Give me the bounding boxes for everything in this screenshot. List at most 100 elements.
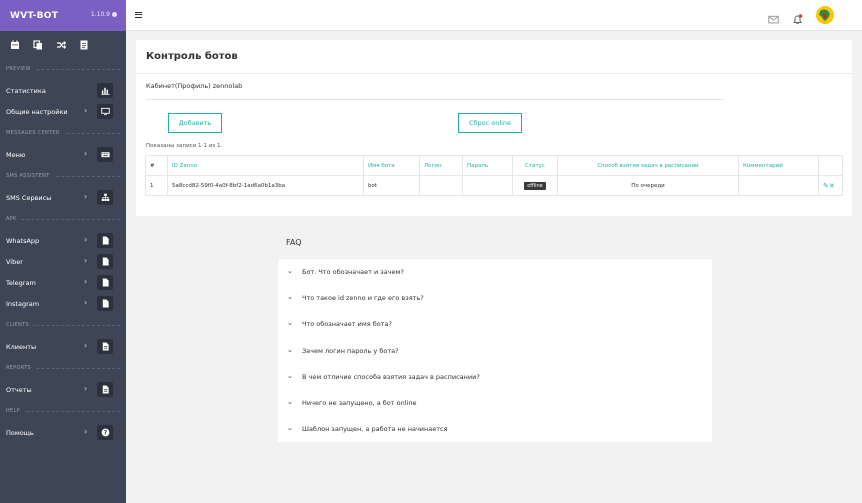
reset-online-button[interactable]: Сброс online [458, 113, 522, 133]
sidebar-item-reports[interactable]: Отчеты › [0, 379, 126, 400]
bell-icon[interactable] [792, 10, 803, 24]
avatar[interactable] [816, 6, 834, 24]
sidebar-item-sms-services[interactable]: SMS Сервисы › [0, 187, 126, 208]
sidebar-item-general-settings[interactable]: Общие настройки › [0, 101, 126, 122]
column-header-bot-name[interactable]: Имя бота [363, 155, 420, 176]
chevron-down-icon: ⌄ [287, 319, 293, 328]
cell-bot-name: bot [363, 175, 420, 196]
profile-subtitle: Кабинет(Профиль) zennolab [146, 82, 243, 90]
section-messages-center: MESSAGES CENTER [0, 122, 126, 144]
faq-item[interactable]: ⌄ Шаблон запущен, а работа не начинается [278, 416, 712, 442]
faq-item[interactable]: ⌄ Что обозначает имя бота? [278, 311, 712, 337]
chevron-down-icon: ⌄ [287, 371, 293, 380]
cell-id-zenno: 5a8ccd82-59f0-4a0f-8bf2-1ad6a0b1a3ba [167, 175, 364, 196]
topbar [126, 0, 862, 31]
chevron-right-icon: › [84, 256, 88, 265]
shuffle-icon[interactable] [56, 40, 66, 50]
file-icon [97, 233, 113, 248]
faq-item[interactable]: ⌄ Зачем логин пароль у бота? [278, 338, 712, 364]
cell-status: offline [512, 175, 558, 196]
file-icon [97, 275, 113, 290]
sidebar-item-help[interactable]: Помощь › ? [0, 422, 126, 443]
column-header-comment[interactable]: Комментарий [738, 155, 819, 176]
cell-login [419, 175, 463, 196]
document-icon[interactable] [79, 40, 89, 50]
hamburger-icon[interactable] [135, 12, 142, 18]
sidebar-item-clients[interactable]: Клиенты › [0, 336, 126, 357]
brand-bar: WVT-BOT 1.10.9 [0, 0, 126, 31]
sidebar-item-menu[interactable]: Меню › [0, 144, 126, 165]
column-header-id-zenno[interactable]: ID Zenno [167, 155, 364, 176]
section-preview: PREVIEW [0, 58, 126, 80]
file-text-icon [97, 339, 113, 354]
file-icon [97, 296, 113, 311]
add-button[interactable]: Добавить [168, 113, 222, 133]
keyboard-icon [97, 147, 113, 162]
chevron-right-icon: › [84, 341, 88, 350]
chevron-right-icon: › [84, 149, 88, 158]
envelope-icon[interactable] [768, 10, 779, 24]
bots-control-card: Контроль ботов Кабинет(Профиль) zennolab… [136, 40, 852, 216]
page-title: Контроль ботов [146, 51, 238, 62]
column-header-login[interactable]: Логин [419, 155, 463, 176]
column-header-status[interactable]: Статус [512, 155, 558, 176]
sidebar-item-whatsapp[interactable]: WhatsApp › [0, 230, 126, 251]
section-apk: APK [0, 208, 126, 230]
faq-item[interactable]: ⌄ В чем отличие способа взятия задач в ра… [278, 364, 712, 390]
app-version: 1.10.9 [90, 11, 110, 18]
section-clients: CLIENTS [0, 314, 126, 336]
cell-password [462, 175, 513, 196]
sidebar-item-telegram[interactable]: Telegram › [0, 272, 126, 293]
chevron-down-icon: ⌄ [287, 267, 293, 276]
chevron-right-icon: › [84, 235, 88, 244]
chevron-right-icon: › [84, 277, 88, 286]
table-row: 1 5a8ccd82-59f0-4a0f-8bf2-1ad6a0b1a3ba b… [145, 175, 843, 196]
faq-item[interactable]: ⌄ Ничего не запущено, а бот online [278, 390, 712, 416]
chevron-right-icon: › [84, 192, 88, 201]
column-header-actions [818, 155, 843, 176]
status-dot [112, 12, 117, 17]
bar-chart-icon [97, 83, 113, 98]
bots-table: # ID Zenno Имя бота Логин Пароль Статус … [145, 155, 843, 196]
sidebar-item-viber[interactable]: Viber › [0, 251, 126, 272]
chevron-right-icon: › [84, 427, 88, 436]
sidebar-item-instagram[interactable]: Instagram › [0, 293, 126, 314]
chevron-right-icon: › [84, 298, 88, 307]
sidebar-item-statistics[interactable]: Статистика [0, 80, 126, 101]
column-header-method[interactable]: Способ взятия задач в расписании [557, 155, 739, 176]
chevron-down-icon: ⌄ [287, 293, 293, 302]
chevron-right-icon: › [84, 106, 88, 115]
column-header-password[interactable]: Пароль [462, 155, 513, 176]
section-sms-assistent: SMS ASSISTENT [0, 165, 126, 187]
faq-panel: ⌄ Бот. Что обозначает и зачем? ⌄ Что такое… [278, 259, 712, 442]
chevron-down-icon: ⌄ [287, 424, 293, 433]
divider [136, 73, 852, 74]
records-summary: Показаны записи 1-1 из 1. [146, 143, 223, 149]
delete-icon[interactable]: ✕ [829, 182, 835, 190]
table-header-row: # ID Zenno Имя бота Логин Пароль Статус … [145, 155, 843, 176]
app-logo[interactable]: WVT-BOT [10, 11, 58, 21]
sidebar: WVT-BOT 1.10.9 PREVIEW Статистика Общие … [0, 0, 126, 503]
section-help: HELP [0, 400, 126, 422]
copy-icon[interactable] [33, 39, 43, 50]
status-badge: offline [524, 181, 546, 190]
calendar-icon[interactable] [10, 40, 20, 50]
sitemap-icon [97, 190, 113, 205]
cell-num: 1 [145, 175, 168, 196]
chevron-down-icon: ⌄ [287, 398, 293, 407]
faq-item[interactable]: ⌄ Что такое id zenno и где его взять? [278, 285, 712, 311]
question-icon: ? [97, 425, 113, 440]
column-header-num: # [145, 155, 168, 176]
cell-method: По очереди [557, 175, 739, 196]
monitor-icon [97, 104, 113, 119]
file-text-icon [97, 382, 113, 397]
chevron-right-icon: › [84, 384, 88, 393]
divider [146, 99, 724, 100]
chevron-down-icon: ⌄ [287, 345, 293, 354]
faq-title: FAQ [286, 238, 302, 247]
cell-actions: ✎✕ [818, 175, 843, 196]
section-reports: REPORTS [0, 357, 126, 379]
file-icon [97, 254, 113, 269]
faq-item[interactable]: ⌄ Бот. Что обозначает и зачем? [278, 259, 712, 285]
cell-comment [738, 175, 819, 196]
